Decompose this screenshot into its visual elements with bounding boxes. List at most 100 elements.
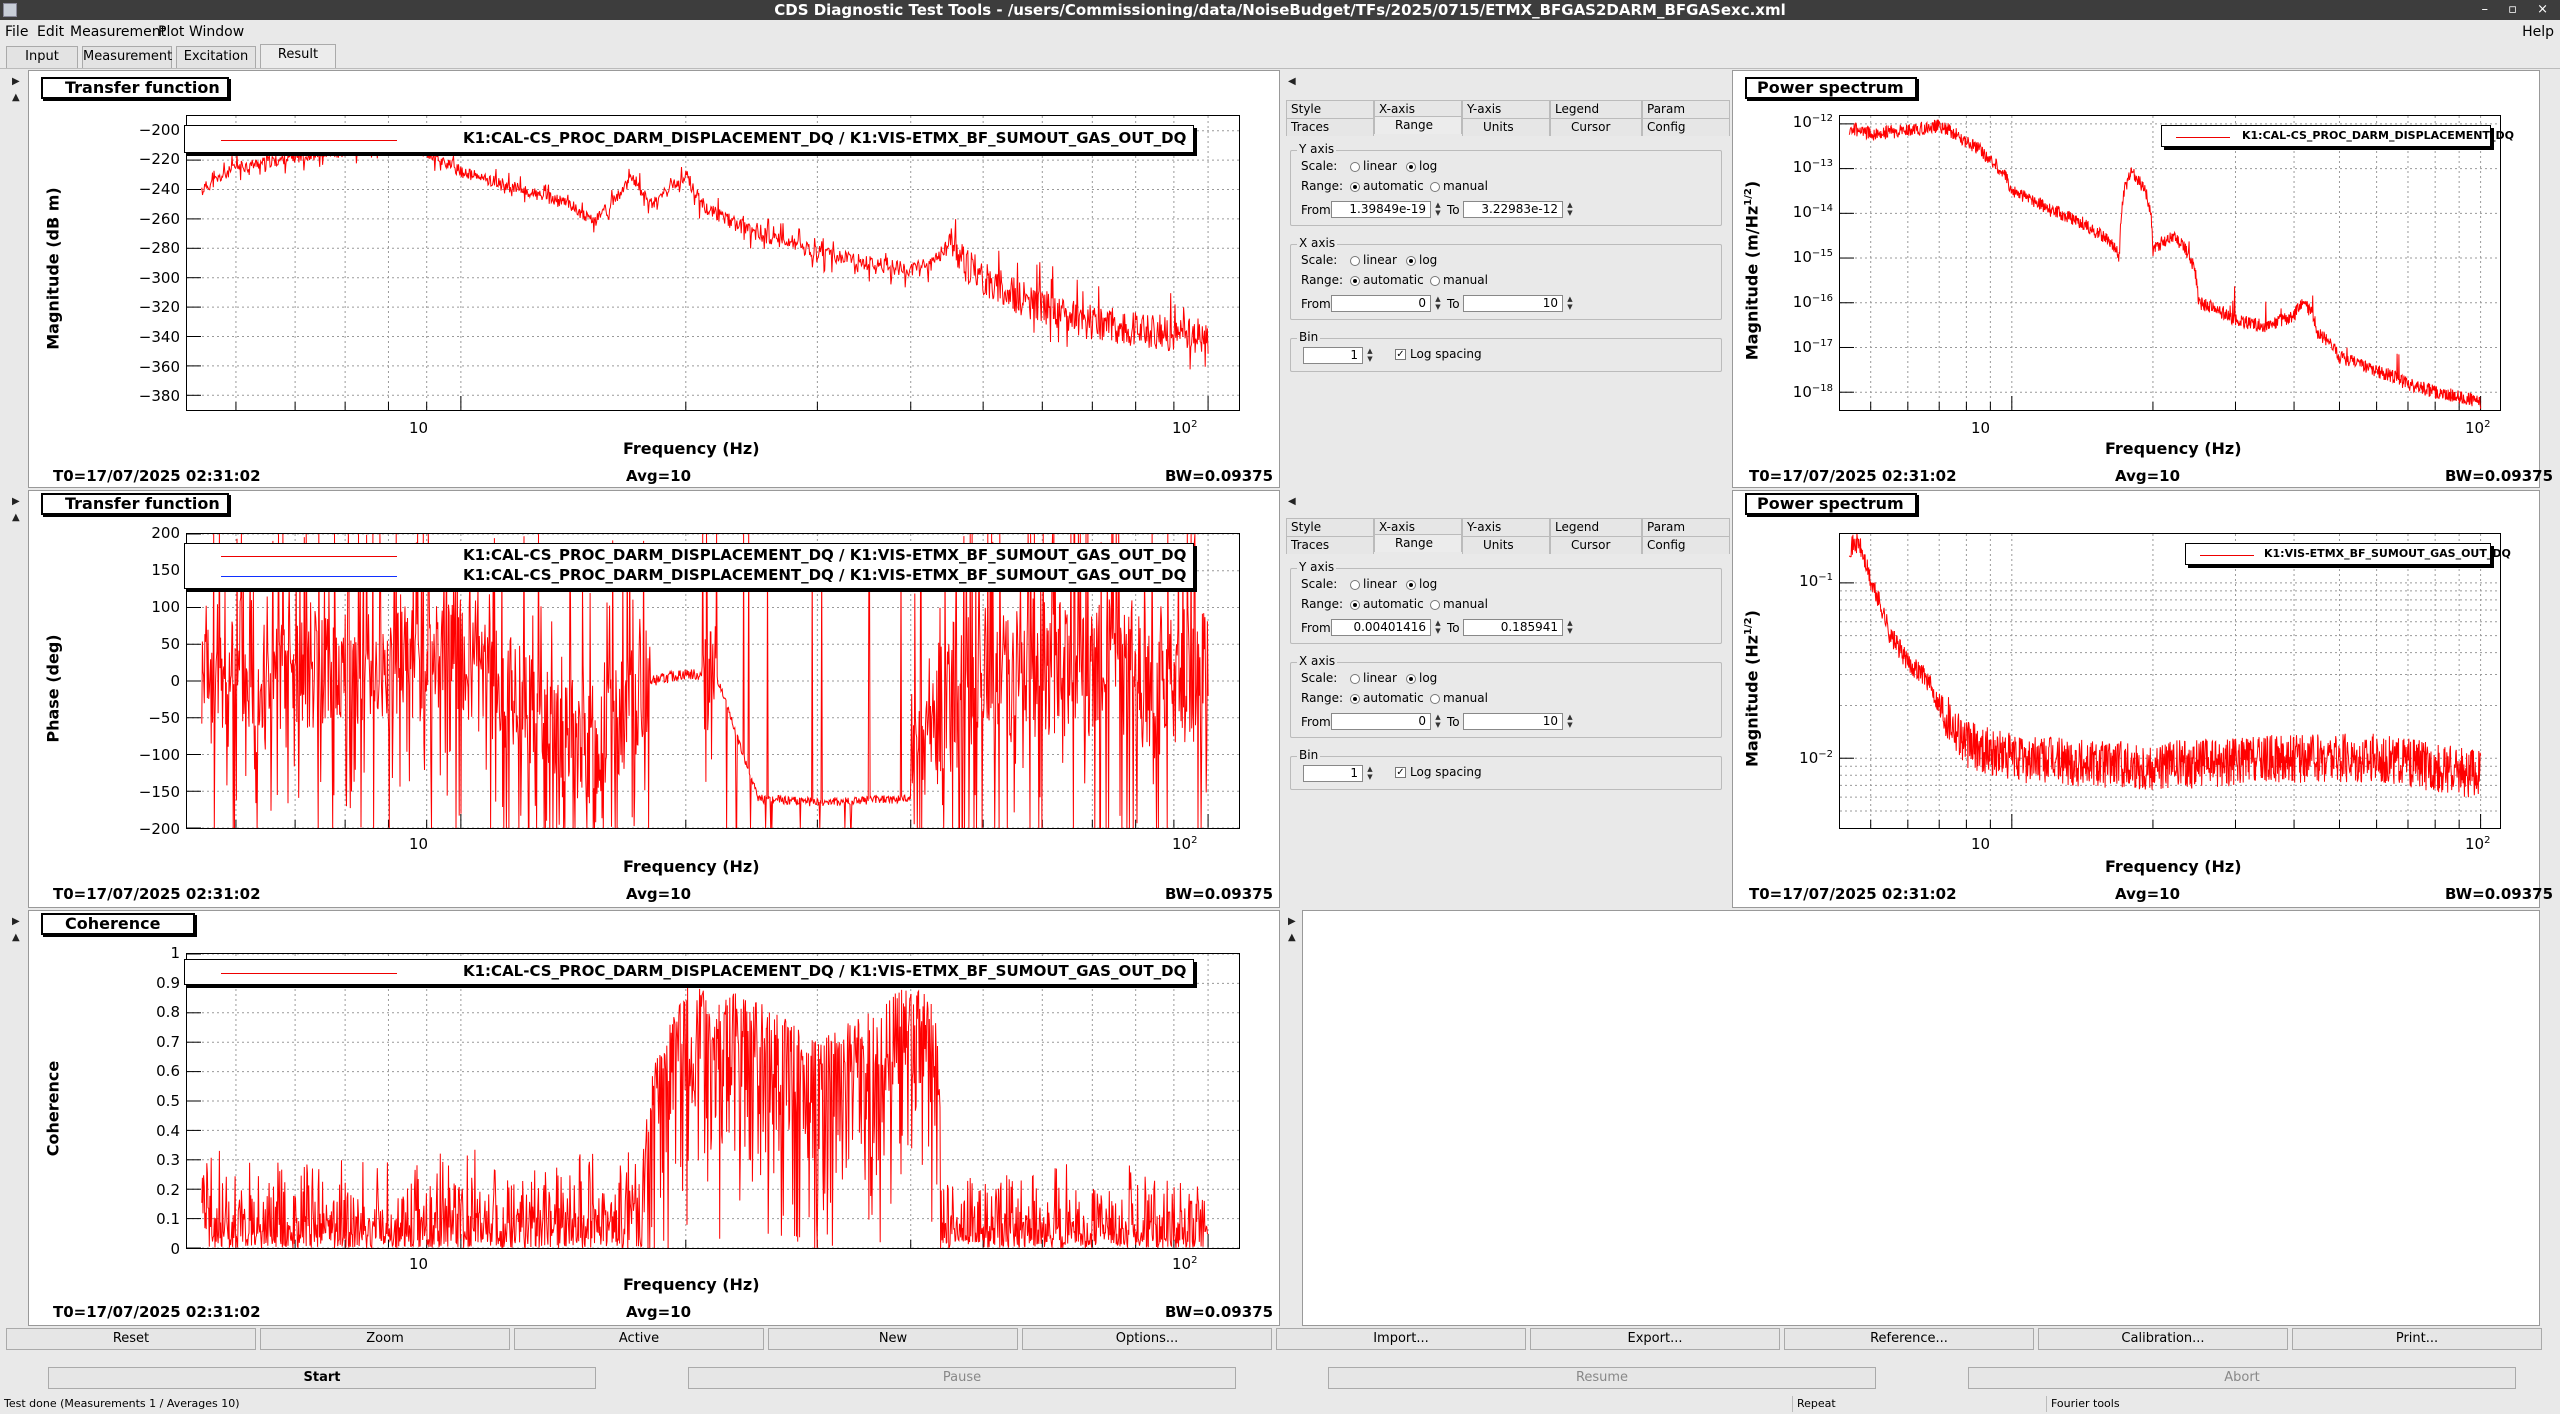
bin-field[interactable]: 1 bbox=[1303, 347, 1363, 364]
y-to-field[interactable]: 3.22983e-12 bbox=[1463, 201, 1563, 218]
print-button[interactable]: Print... bbox=[2292, 1328, 2542, 1350]
pause-button[interactable]: Pause bbox=[688, 1367, 1236, 1389]
zoom-button[interactable]: Zoom bbox=[260, 1328, 510, 1350]
plot-pad-empty[interactable] bbox=[1302, 910, 2540, 1326]
x-from-field[interactable]: 0 bbox=[1331, 295, 1431, 312]
options-toggle-icon[interactable]: ◀ bbox=[1288, 496, 1296, 507]
legend[interactable]: K1:CAL-CS_PROC_DARM_DISPLACEMENT_DQ / K1… bbox=[184, 543, 1194, 589]
x-range-automatic-radio[interactable]: automatic bbox=[1347, 273, 1424, 287]
spin-arrows-icon[interactable]: ▲ ▼ bbox=[1565, 713, 1575, 730]
option-tab-traces[interactable]: Traces bbox=[1286, 118, 1374, 136]
log-spacing-checkbox[interactable]: ✓ Log spacing bbox=[1395, 765, 1482, 779]
legend[interactable]: K1:VIS-ETMX_BF_SUMOUT_GAS_OUT_DQ bbox=[2185, 543, 2511, 565]
plot-frame[interactable] bbox=[1839, 115, 2501, 411]
option-tab-param[interactable]: Param bbox=[1642, 100, 1730, 118]
option-tab-units[interactable]: Units bbox=[1462, 118, 1550, 136]
menu-edit[interactable]: Edit bbox=[37, 24, 64, 40]
option-tab-param[interactable]: Param bbox=[1642, 518, 1730, 536]
expand-arrow-icon[interactable]: ▶ bbox=[12, 76, 20, 87]
y-range-automatic-radio[interactable]: automatic bbox=[1347, 597, 1424, 611]
x-scale-log-radio[interactable]: log bbox=[1403, 671, 1437, 685]
expand-arrow-icon[interactable]: ▶ bbox=[12, 916, 20, 927]
collapse-arrow-icon[interactable]: ▲ bbox=[12, 512, 20, 523]
plot-frame[interactable] bbox=[186, 953, 1240, 1249]
spin-arrows-icon[interactable]: ▲ ▼ bbox=[1433, 619, 1443, 636]
window-controls[interactable]: – ▫ × bbox=[2482, 0, 2556, 20]
plot-pad-power-spectrum-darm[interactable]: Power spectrum Magnitude (m/Hz1/2) 10−12… bbox=[1732, 70, 2553, 488]
legend[interactable]: K1:CAL-CS_PROC_DARM_DISPLACEMENT_DQ bbox=[2161, 125, 2514, 147]
tab-excitation[interactable]: Excitation bbox=[176, 46, 256, 68]
y-scale-log-radio[interactable]: log bbox=[1403, 577, 1437, 591]
x-range-manual-radio[interactable]: manual bbox=[1427, 691, 1488, 705]
x-scale-linear-radio[interactable]: linear bbox=[1347, 671, 1397, 685]
collapse-arrow-icon[interactable]: ▲ bbox=[12, 932, 20, 943]
menu-help[interactable]: Help bbox=[2522, 24, 2554, 40]
option-tab-legend[interactable]: Legend bbox=[1550, 100, 1642, 118]
expand-arrow-icon[interactable]: ▶ bbox=[12, 496, 20, 507]
x-range-automatic-radio[interactable]: automatic bbox=[1347, 691, 1424, 705]
option-tab-traces[interactable]: Traces bbox=[1286, 536, 1374, 554]
option-tab-style[interactable]: Style bbox=[1286, 518, 1374, 536]
plot-pad-tf-phase[interactable]: Transfer function Phase (deg) 200 150 100 5… bbox=[28, 490, 1280, 908]
y-from-field[interactable]: 1.39849e-19 bbox=[1331, 201, 1431, 218]
log-spacing-checkbox[interactable]: ✓ Log spacing bbox=[1395, 347, 1482, 361]
option-tab-cursor[interactable]: Cursor bbox=[1550, 536, 1642, 554]
menu-window[interactable]: Window bbox=[189, 24, 244, 40]
collapse-arrow-icon[interactable]: ▲ bbox=[12, 92, 20, 103]
collapse-arrow-icon[interactable]: ▲ bbox=[1288, 932, 1296, 943]
menu-file[interactable]: File bbox=[5, 24, 28, 40]
plot-pad-coherence[interactable]: Coherence Coherence 1 0.9 0.8 0.7 0.6 0.5 0.4 0… bbox=[28, 910, 1280, 1326]
option-tab-y-axis[interactable]: Y-axis bbox=[1462, 518, 1550, 536]
y-to-field[interactable]: 0.185941 bbox=[1463, 619, 1563, 636]
y-range-manual-radio[interactable]: manual bbox=[1427, 597, 1488, 611]
tab-input[interactable]: Input bbox=[6, 46, 78, 68]
plot-pad-power-spectrum-gas[interactable]: Power spectrum Magnitude (Hz1/2) 10−1 10−… bbox=[1732, 490, 2553, 908]
legend[interactable]: K1:CAL-CS_PROC_DARM_DISPLACEMENT_DQ / K1… bbox=[184, 125, 1194, 153]
import-button[interactable]: Import... bbox=[1276, 1328, 1526, 1350]
abort-button[interactable]: Abort bbox=[1968, 1367, 2516, 1389]
x-to-field[interactable]: 10 bbox=[1463, 713, 1563, 730]
menu-plot[interactable]: Plot bbox=[158, 24, 184, 40]
calibration-button[interactable]: Calibration... bbox=[2038, 1328, 2288, 1350]
export-button[interactable]: Export... bbox=[1530, 1328, 1780, 1350]
spin-arrows-icon[interactable]: ▲ ▼ bbox=[1433, 713, 1443, 730]
y-range-manual-radio[interactable]: manual bbox=[1427, 179, 1488, 193]
reset-button[interactable]: Reset bbox=[6, 1328, 256, 1350]
y-scale-linear-radio[interactable]: linear bbox=[1347, 577, 1397, 591]
plot-frame[interactable] bbox=[1839, 533, 2501, 829]
tab-measurement[interactable]: Measurement bbox=[82, 46, 172, 68]
x-to-field[interactable]: 10 bbox=[1463, 295, 1563, 312]
x-scale-linear-radio[interactable]: linear bbox=[1347, 253, 1397, 267]
spin-arrows-icon[interactable]: ▲ ▼ bbox=[1365, 765, 1375, 782]
options-toggle-icon[interactable]: ▶ bbox=[1288, 916, 1296, 927]
x-scale-log-radio[interactable]: log bbox=[1403, 253, 1437, 267]
bin-field[interactable]: 1 bbox=[1303, 765, 1363, 782]
y-from-field[interactable]: 0.00401416 bbox=[1331, 619, 1431, 636]
new-button[interactable]: New bbox=[768, 1328, 1018, 1350]
option-tab-range[interactable]: Range bbox=[1374, 534, 1462, 552]
plot-pad-tf-magnitude[interactable]: Transfer function Magnitude (dB m) −200 −… bbox=[28, 70, 1280, 488]
options-toggle-icon[interactable]: ◀ bbox=[1288, 76, 1296, 87]
spin-arrows-icon[interactable]: ▲ ▼ bbox=[1565, 201, 1575, 218]
menu-measurement[interactable]: Measurement bbox=[70, 24, 166, 40]
y-scale-log-radio[interactable]: log bbox=[1403, 159, 1437, 173]
options-button[interactable]: Options... bbox=[1022, 1328, 1272, 1350]
active-button[interactable]: Active bbox=[514, 1328, 764, 1350]
reference-button[interactable]: Reference... bbox=[1784, 1328, 2034, 1350]
option-tab-units[interactable]: Units bbox=[1462, 536, 1550, 554]
x-from-field[interactable]: 0 bbox=[1331, 713, 1431, 730]
plot-frame[interactable] bbox=[186, 115, 1240, 411]
option-tab-style[interactable]: Style bbox=[1286, 100, 1374, 118]
spin-arrows-icon[interactable]: ▲ ▼ bbox=[1365, 347, 1375, 364]
legend[interactable]: K1:CAL-CS_PROC_DARM_DISPLACEMENT_DQ / K1… bbox=[184, 959, 1194, 985]
option-tab-legend[interactable]: Legend bbox=[1550, 518, 1642, 536]
spin-arrows-icon[interactable]: ▲ ▼ bbox=[1433, 201, 1443, 218]
option-tab-range[interactable]: Range bbox=[1374, 116, 1462, 134]
start-button[interactable]: Start bbox=[48, 1367, 596, 1389]
spin-arrows-icon[interactable]: ▲ ▼ bbox=[1565, 295, 1575, 312]
spin-arrows-icon[interactable]: ▲ ▼ bbox=[1565, 619, 1575, 636]
tab-result[interactable]: Result bbox=[260, 44, 336, 68]
y-range-automatic-radio[interactable]: automatic bbox=[1347, 179, 1424, 193]
option-tab-y-axis[interactable]: Y-axis bbox=[1462, 100, 1550, 118]
resume-button[interactable]: Resume bbox=[1328, 1367, 1876, 1389]
